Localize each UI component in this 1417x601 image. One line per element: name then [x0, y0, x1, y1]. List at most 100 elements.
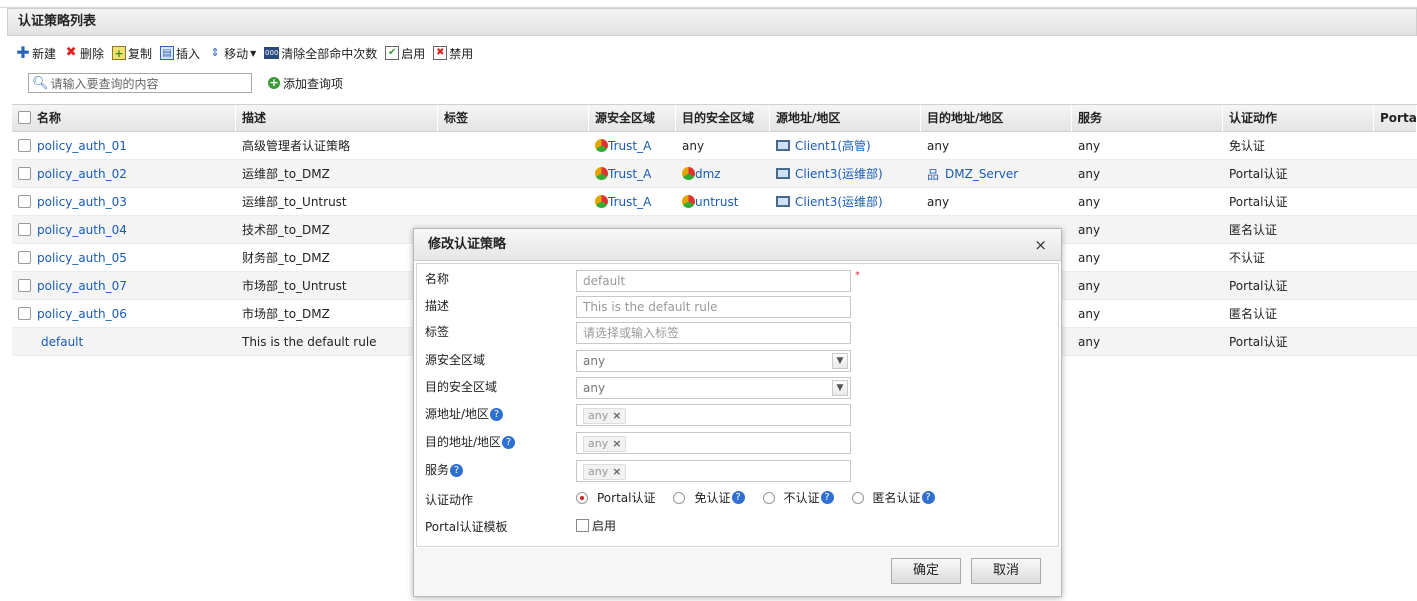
- column-header-portal[interactable]: Portal认: [1374, 105, 1417, 132]
- desc-label: 描述: [425, 299, 450, 313]
- zone-icon: [595, 167, 608, 180]
- column-header-action[interactable]: 认证动作: [1223, 105, 1374, 132]
- column-header-dst-zone[interactable]: 目的安全区域: [676, 105, 770, 132]
- dst-zone-link[interactable]: untrust: [695, 195, 738, 209]
- row-checkbox[interactable]: [18, 167, 31, 180]
- auth-action: Portal认证: [1229, 167, 1288, 181]
- src-addr-link[interactable]: Client3(运维部): [795, 195, 883, 209]
- src-addr-link[interactable]: Client1(高管): [795, 139, 871, 153]
- service-field[interactable]: any ×: [576, 460, 851, 482]
- column-header-service[interactable]: 服务: [1072, 105, 1223, 132]
- column-header-name[interactable]: 名称: [12, 105, 236, 132]
- policy-name-link[interactable]: policy_auth_05: [37, 251, 127, 265]
- name-field[interactable]: default: [576, 270, 851, 292]
- zone-icon: [595, 195, 608, 208]
- help-icon[interactable]: ?: [921, 491, 935, 504]
- help-icon[interactable]: ?: [820, 491, 834, 504]
- table-row[interactable]: policy_auth_02 运维部_to_DMZ Trust_A dmz Cl…: [12, 160, 1417, 188]
- action-none-option[interactable]: 不认证?: [762, 489, 834, 506]
- select-all-checkbox[interactable]: [18, 111, 31, 124]
- zone-icon: [595, 139, 608, 152]
- row-checkbox[interactable]: [18, 223, 31, 236]
- chevron-down-icon[interactable]: ▼: [832, 380, 848, 396]
- column-header-src-addr[interactable]: 源地址/地区: [770, 105, 921, 132]
- dst-zone-label: 目的安全区域: [425, 380, 498, 394]
- dst-zone-select[interactable]: any ▼: [576, 377, 851, 399]
- dialog-header: 修改认证策略 ×: [414, 229, 1061, 261]
- auth-action: 免认证: [1229, 139, 1266, 153]
- remove-chip-icon[interactable]: ×: [612, 465, 621, 478]
- src-zone-label: 源安全区域: [425, 353, 486, 367]
- dialog-footer: 确定 取消: [414, 548, 1061, 596]
- src-zone-link[interactable]: Trust_A: [608, 139, 651, 153]
- src-zone-link[interactable]: Trust_A: [608, 195, 651, 209]
- policy-name-link[interactable]: policy_auth_04: [37, 223, 127, 237]
- radio-anonymous[interactable]: [851, 491, 864, 504]
- policy-desc: 财务部_to_DMZ: [242, 251, 330, 265]
- column-header-dst-addr[interactable]: 目的地址/地区: [921, 105, 1072, 132]
- remove-chip-icon[interactable]: ×: [612, 409, 621, 422]
- confirm-button[interactable]: 确定: [891, 558, 961, 584]
- page-top-strip: [0, 0, 1417, 8]
- help-icon[interactable]: ?: [490, 408, 504, 421]
- policy-name-link[interactable]: policy_auth_01: [37, 139, 127, 153]
- auth-action: 匿名认证: [1229, 307, 1278, 321]
- policy-desc: 市场部_to_Untrust: [242, 279, 347, 293]
- new-button[interactable]: ✚ 新建: [16, 45, 56, 62]
- move-button[interactable]: ⇕ 移动 ▼: [208, 45, 256, 62]
- policy-name-link[interactable]: policy_auth_02: [37, 167, 127, 181]
- search-input[interactable]: 🔍︎ 请输入要查询的内容: [28, 73, 252, 93]
- help-icon[interactable]: ?: [450, 464, 464, 477]
- row-checkbox[interactable]: [18, 195, 31, 208]
- dst-addr-field[interactable]: any ×: [576, 432, 851, 454]
- dst-addr-link[interactable]: DMZ_Server: [945, 167, 1018, 181]
- clear-hits-button[interactable]: 000 清除全部命中次数: [264, 45, 377, 62]
- chevron-down-icon[interactable]: ▼: [832, 353, 848, 369]
- row-checkbox[interactable]: [18, 307, 31, 320]
- auth-action: Portal认证: [1229, 195, 1288, 209]
- cancel-button[interactable]: 取消: [971, 558, 1041, 584]
- table-row[interactable]: policy_auth_01 高级管理者认证策略 Trust_A any Cli…: [12, 132, 1417, 160]
- policy-name-link[interactable]: policy_auth_06: [37, 307, 127, 321]
- desc-field[interactable]: This is the default rule: [576, 296, 851, 318]
- column-header-desc[interactable]: 描述: [236, 105, 438, 132]
- zone-icon: [682, 167, 695, 180]
- portal-enable-checkbox[interactable]: [576, 519, 589, 532]
- portal-cell: [1374, 216, 1417, 244]
- enable-button[interactable]: ✔ 启用: [385, 45, 425, 62]
- remove-chip-icon[interactable]: ×: [612, 437, 621, 450]
- close-icon[interactable]: ×: [1034, 229, 1047, 261]
- name-label: 名称: [425, 272, 450, 286]
- src-addr-field[interactable]: any ×: [576, 404, 851, 426]
- row-checkbox[interactable]: [18, 251, 31, 264]
- help-icon[interactable]: ?: [731, 491, 745, 504]
- action-exempt-option[interactable]: 免认证?: [673, 489, 745, 506]
- copy-button[interactable]: + 复制: [112, 45, 152, 62]
- src-zone-link[interactable]: Trust_A: [608, 167, 651, 181]
- column-header-src-zone[interactable]: 源安全区域: [589, 105, 676, 132]
- disable-button[interactable]: ✖ 禁用: [433, 45, 473, 62]
- row-checkbox[interactable]: [18, 139, 31, 152]
- portal-template-toggle[interactable]: 启用: [576, 517, 616, 534]
- table-row[interactable]: policy_auth_03 运维部_to_Untrust Trust_A un…: [12, 188, 1417, 216]
- src-zone-select[interactable]: any ▼: [576, 350, 851, 372]
- tag-field[interactable]: 请选择或输入标签: [576, 322, 851, 344]
- dst-zone-link[interactable]: dmz: [695, 167, 721, 181]
- action-portal-option[interactable]: Portal认证: [576, 489, 655, 506]
- help-icon[interactable]: ?: [502, 436, 516, 449]
- policy-name-link[interactable]: policy_auth_03: [37, 195, 127, 209]
- add-query-button[interactable]: + 添加查询项: [268, 75, 343, 92]
- column-header-tag[interactable]: 标签: [438, 105, 589, 132]
- radio-none[interactable]: [762, 491, 775, 504]
- action-anonymous-option[interactable]: 匿名认证?: [851, 489, 935, 506]
- delete-icon: ✖: [65, 45, 77, 60]
- service: any: [1078, 335, 1101, 349]
- radio-exempt[interactable]: [673, 491, 686, 504]
- policy-name-link[interactable]: default: [41, 335, 83, 349]
- policy-name-link[interactable]: policy_auth_07: [37, 279, 127, 293]
- radio-portal[interactable]: [576, 491, 588, 504]
- delete-button[interactable]: ✖ 删除: [64, 45, 104, 62]
- insert-button[interactable]: ▤ 插入: [160, 45, 200, 62]
- src-addr-link[interactable]: Client3(运维部): [795, 167, 883, 181]
- row-checkbox[interactable]: [18, 279, 31, 292]
